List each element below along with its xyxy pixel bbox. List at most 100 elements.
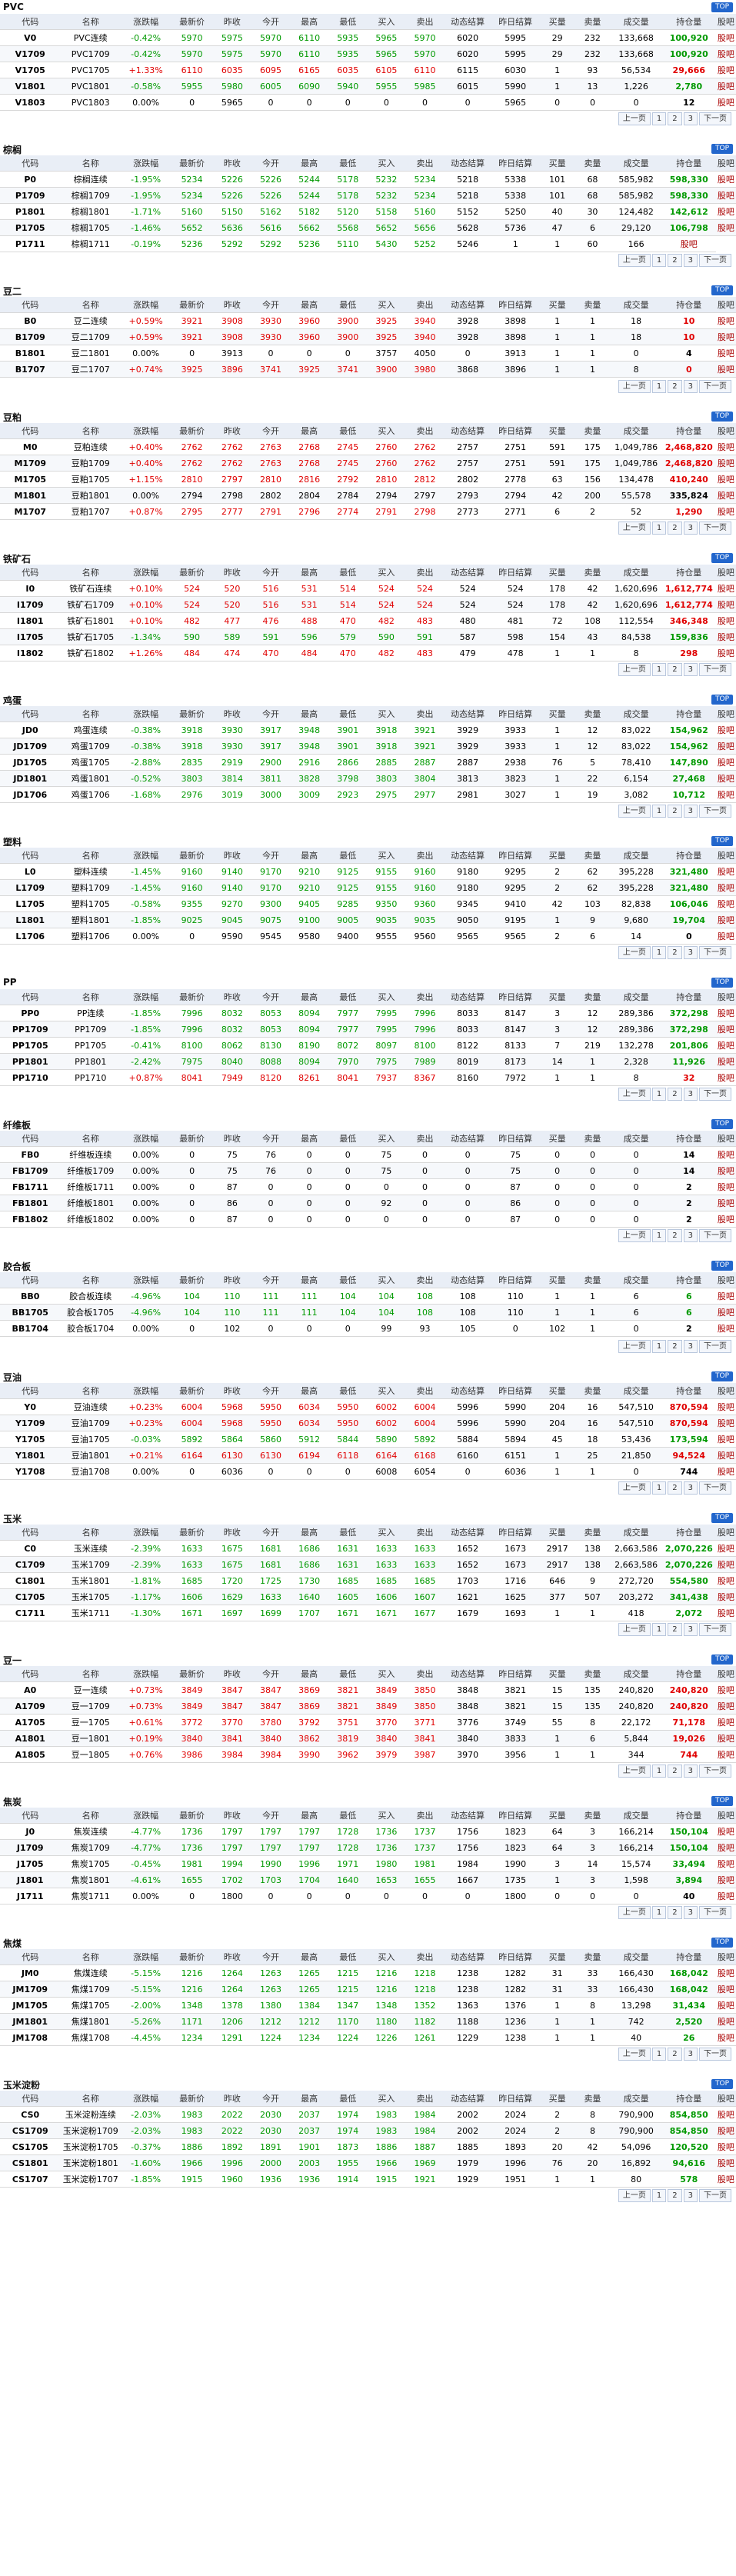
contract-code-link[interactable]: L1705 — [0, 895, 61, 912]
table-row[interactable]: PP1705 PP1705 -0.41% 8100 8062 8130 8190 8072 80… — [0, 1037, 736, 1054]
forum-link[interactable]: 股吧 — [715, 754, 736, 771]
forum-icon[interactable]: 股吧 — [718, 758, 734, 768]
contract-name-link[interactable]: 豆一1805 — [60, 1746, 121, 1763]
table-row[interactable]: I1705 铁矿石1705 -1.34% 590 589 591 596 579 590 591 5… — [0, 628, 736, 645]
prev-page-button[interactable]: 上一页 — [618, 2048, 651, 2061]
next-page-button[interactable]: 下一页 — [699, 380, 731, 393]
forum-icon[interactable]: 股吧 — [718, 65, 734, 75]
prev-page-button[interactable]: 上一页 — [618, 522, 651, 535]
contract-code-link[interactable]: A1705 — [0, 1714, 61, 1731]
page-2-button[interactable]: 2 — [668, 1481, 682, 1495]
table-row[interactable]: M1705 豆粕1705 +1.15% 2810 2797 2810 2816 2792 281… — [0, 471, 736, 488]
next-page-button[interactable]: 下一页 — [699, 805, 731, 818]
contract-code-link[interactable]: J0 — [0, 1823, 61, 1840]
table-row[interactable]: P1709 棕榈1709 -1.95% 5234 5226 5226 5244 5178 523… — [0, 187, 736, 204]
contract-code-link[interactable]: C1705 — [0, 1588, 61, 1605]
table-row[interactable]: P1801 棕榈1801 -1.71% 5160 5150 5162 5182 5120 515… — [0, 203, 736, 220]
contract-code-link[interactable]: JD0 — [0, 721, 61, 738]
table-row[interactable]: M0 豆粕连续 +0.40% 2762 2762 2763 2768 2745 2760 2762… — [0, 438, 736, 455]
forum-icon[interactable]: 股吧 — [718, 458, 734, 468]
forum-link[interactable]: 股吧 — [715, 1855, 736, 1872]
forum-link[interactable]: 股吧 — [715, 786, 736, 803]
contract-name-link[interactable]: 豆一1801 — [60, 1730, 121, 1747]
table-row[interactable]: PP1801 PP1801 -2.42% 7975 8040 8088 8094 7970 79… — [0, 1053, 736, 1070]
contract-name-link[interactable]: 铁矿石1705 — [60, 628, 121, 645]
forum-icon[interactable]: 股吧 — [718, 98, 734, 108]
forum-icon[interactable]: 股吧 — [718, 1166, 734, 1176]
contract-code-link[interactable]: L1709 — [0, 879, 61, 896]
contract-name-link[interactable]: 豆粕连续 — [60, 438, 121, 455]
contract-name-link[interactable]: 塑料1705 — [60, 895, 121, 912]
table-row[interactable]: BB1705 胶合板1705 -4.96% 104 110 111 111 104 104 108… — [0, 1304, 736, 1321]
forum-link[interactable]: 股吧 — [715, 1681, 736, 1698]
contract-code-link[interactable]: P1705 — [0, 219, 61, 236]
forum-icon[interactable]: 股吧 — [718, 33, 734, 43]
forum-link[interactable]: 股吧 — [715, 2171, 736, 2188]
prev-page-button[interactable]: 上一页 — [618, 1340, 651, 1353]
page-1-button[interactable]: 1 — [651, 2048, 667, 2061]
forum-icon[interactable]: 股吧 — [718, 899, 734, 909]
prev-page-button[interactable]: 上一页 — [618, 1623, 651, 1636]
contract-name-link[interactable]: 鸡蛋1801 — [60, 770, 121, 787]
table-row[interactable]: L1801 塑料1801 -1.85% 9025 9045 9075 9100 9005 903… — [0, 911, 736, 928]
top-button[interactable]: TOP — [711, 2079, 733, 2089]
contract-code-link[interactable]: JM1709 — [0, 1981, 61, 1998]
forum-icon[interactable]: 股吧 — [718, 1402, 734, 1412]
prev-page-button[interactable]: 上一页 — [618, 1088, 651, 1101]
forum-icon[interactable]: 股吧 — [718, 1308, 734, 1318]
table-row[interactable]: P1711 棕榈1711 -0.19% 5236 5292 5292 5236 5110 543… — [0, 235, 736, 252]
table-row[interactable]: B1801 豆二1801 0.00% 0 3913 0 0 0 3757 4050 0 3913 1 1 0… — [0, 345, 736, 362]
page-2-button[interactable]: 2 — [668, 112, 682, 125]
forum-icon[interactable]: 股吧 — [718, 616, 734, 626]
page-3-button[interactable]: 3 — [683, 2048, 698, 2061]
forum-icon[interactable]: 股吧 — [718, 507, 734, 517]
page-1-button[interactable]: 1 — [651, 1340, 667, 1353]
top-button[interactable]: TOP — [711, 695, 733, 705]
page-3-button[interactable]: 3 — [683, 663, 698, 676]
table-row[interactable]: A1709 豆一1709 +0.73% 3849 3847 3847 3869 3821 384… — [0, 1698, 736, 1715]
contract-code-link[interactable]: V0 — [0, 29, 61, 46]
contract-name-link[interactable]: 铁矿石1801 — [60, 612, 121, 629]
contract-code-link[interactable]: B1707 — [0, 361, 61, 378]
page-2-button[interactable]: 2 — [668, 663, 682, 676]
table-row[interactable]: FB1711 纤维板1711 0.00% 0 87 0 0 0 0 0 0 87 0 0 0 2 股吧 — [0, 1178, 736, 1195]
forum-icon[interactable]: 股吧 — [718, 915, 734, 925]
top-button[interactable]: TOP — [711, 1261, 733, 1271]
contract-name-link[interactable]: 玉米淀粉1709 — [60, 2122, 121, 2139]
forum-icon[interactable]: 股吧 — [718, 475, 734, 485]
forum-link[interactable]: 股吧 — [661, 235, 716, 252]
table-row[interactable]: Y1705 豆油1705 -0.03% 5892 5864 5860 5912 5844 589… — [0, 1431, 736, 1448]
forum-link[interactable]: 股吧 — [715, 1288, 736, 1305]
prev-page-button[interactable]: 上一页 — [618, 1481, 651, 1495]
contract-code-link[interactable]: JM1801 — [0, 2013, 61, 2030]
table-row[interactable]: A1801 豆一1801 +0.19% 3840 3841 3840 3862 3819 384… — [0, 1730, 736, 1747]
contract-code-link[interactable]: C0 — [0, 1540, 61, 1557]
forum-link[interactable]: 股吧 — [715, 1997, 736, 2014]
table-row[interactable]: JD1706 鸡蛋1706 -1.68% 2976 3019 3000 3009 2923 29… — [0, 786, 736, 803]
contract-name-link[interactable]: 豆二连续 — [60, 312, 121, 329]
contract-code-link[interactable]: CS0 — [0, 2106, 61, 2123]
contract-code-link[interactable]: Y0 — [0, 1398, 61, 1415]
forum-icon[interactable]: 股吧 — [718, 584, 734, 594]
top-button[interactable]: TOP — [711, 1513, 733, 1523]
forum-link[interactable]: 股吧 — [715, 1447, 736, 1464]
forum-icon[interactable]: 股吧 — [718, 1843, 734, 1853]
table-row[interactable]: C0 玉米连续 -2.39% 1633 1675 1681 1686 1631 1633 1633… — [0, 1540, 736, 1557]
contract-code-link[interactable]: PP1710 — [0, 1069, 61, 1086]
next-page-button[interactable]: 下一页 — [699, 254, 731, 267]
table-row[interactable]: V1709 PVC1709 -0.42% 5970 5975 5970 6110 5935 59… — [0, 45, 736, 62]
forum-icon[interactable]: 股吧 — [718, 1215, 734, 1225]
contract-code-link[interactable]: FB1711 — [0, 1178, 61, 1195]
contract-code-link[interactable]: CS1801 — [0, 2154, 61, 2171]
table-row[interactable]: A1805 豆一1805 +0.76% 3986 3984 3984 3990 3962 397… — [0, 1746, 736, 1763]
next-page-button[interactable]: 下一页 — [699, 2189, 731, 2202]
forum-link[interactable]: 股吧 — [715, 1021, 736, 1038]
table-row[interactable]: CS1705 玉米淀粉1705 -0.37% 1886 1892 1891 1901 1873… — [0, 2138, 736, 2155]
page-1-button[interactable]: 1 — [651, 1906, 667, 1919]
contract-name-link[interactable]: 豆二1801 — [60, 345, 121, 362]
forum-icon[interactable]: 股吧 — [718, 2033, 734, 2043]
contract-name-link[interactable]: 豆油1708 — [60, 1463, 121, 1480]
page-1-button[interactable]: 1 — [651, 1481, 667, 1495]
table-row[interactable]: J1709 焦炭1709 -4.77% 1736 1797 1797 1797 1728 173… — [0, 1839, 736, 1856]
table-row[interactable]: PP1710 PP1710 +0.87% 8041 7949 8120 8261 8041 79… — [0, 1069, 736, 1086]
